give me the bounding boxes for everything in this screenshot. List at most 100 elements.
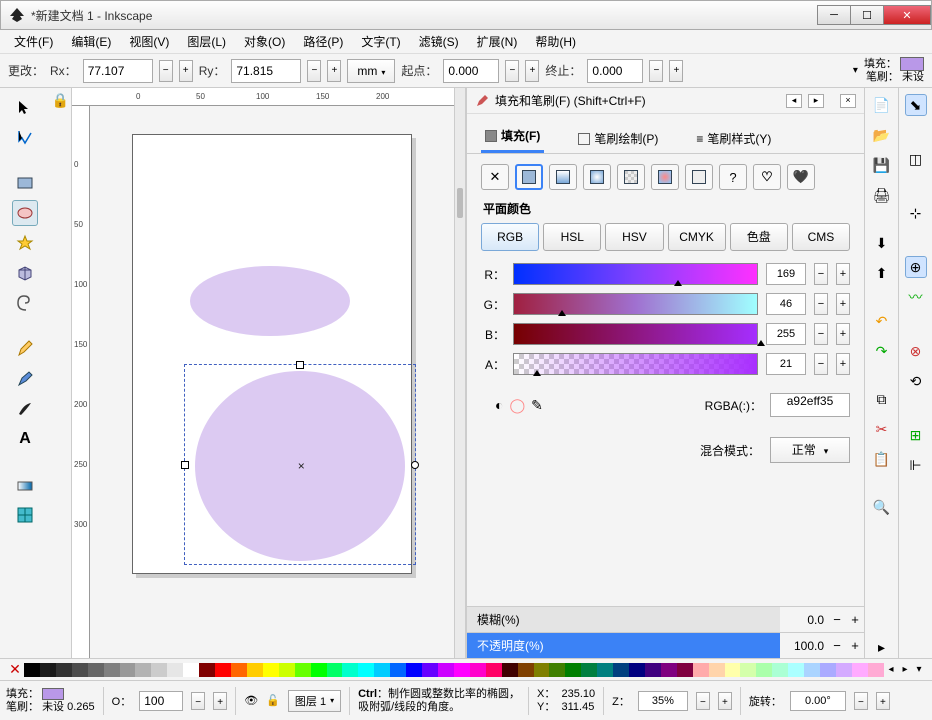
palette-no-color[interactable]: ✕ [6,661,24,678]
palette-swatch[interactable] [342,663,358,677]
blur-slider[interactable]: 模糊(%) [467,607,780,632]
palette-swatch[interactable] [470,663,486,677]
snap-center-button[interactable]: ⊗ [905,340,927,362]
palette-swatch[interactable] [740,663,756,677]
end-decrement[interactable]: − [649,60,663,82]
undo-button[interactable]: ↶ [871,310,893,332]
palette-swatch[interactable] [852,663,868,677]
palette-swatch[interactable] [661,663,677,677]
palette-swatch[interactable] [534,663,550,677]
paint-none-button[interactable]: ✕ [481,164,509,190]
palette-swatch[interactable] [454,663,470,677]
paint-pattern-button[interactable] [617,164,645,190]
zoom-fit-button[interactable]: 🔍 [871,496,893,518]
palette-swatch[interactable] [597,663,613,677]
ry-increment[interactable]: + [327,60,341,82]
palette-swatch[interactable] [438,663,454,677]
palette-swatch[interactable] [263,663,279,677]
palette-swatch[interactable] [104,663,120,677]
layer-visibility-icon[interactable]: 👁 [244,694,258,707]
palette-swatch[interactable] [518,663,534,677]
text-tool[interactable]: A [12,426,38,452]
selection-handle-left[interactable] [181,461,189,469]
channel-r-value[interactable]: 169 [766,263,806,285]
palette-swatch[interactable] [135,663,151,677]
rotate-input[interactable]: 0.00° [790,691,846,711]
3dbox-tool[interactable] [12,260,38,286]
rx-increment[interactable]: + [179,60,193,82]
palette-swatch[interactable] [183,663,199,677]
ry-input[interactable]: 71.815 [231,59,301,83]
rotate-dec[interactable]: − [854,692,868,710]
channel-b-slider[interactable] [513,323,758,345]
palette-swatch[interactable] [629,663,645,677]
rx-input[interactable]: 77.107 [83,59,153,83]
snap-enable-button[interactable]: ⬊ [905,94,927,116]
gradient-tool[interactable] [12,472,38,498]
palette-swatch[interactable] [40,663,56,677]
paint-lgrad-button[interactable] [549,164,577,190]
paint-unknown-button[interactable]: ? [719,164,747,190]
zoom-input[interactable]: 35% [638,691,688,711]
paint-heart-outline-button[interactable]: ♡ [753,164,781,190]
menu-edit[interactable]: 编辑(E) [63,30,119,53]
color-palette[interactable] [24,663,884,677]
selection-handle-top[interactable] [296,361,304,369]
color-wheel-icon[interactable]: ◐ [495,397,503,414]
channel-g-increment[interactable]: + [836,293,850,315]
palette-swatch[interactable] [772,663,788,677]
layer-select[interactable]: 图层 1 [288,690,341,712]
cut-button[interactable]: ✂ [871,418,893,440]
palette-swatch[interactable] [406,663,422,677]
palette-swatch[interactable] [358,663,374,677]
start-input[interactable]: 0.000 [443,59,499,83]
unit-select[interactable]: mm [347,59,395,83]
palette-scroll-left[interactable]: ◂ [884,664,898,675]
channel-r-decrement[interactable]: − [814,263,828,285]
end-input[interactable]: 0.000 [587,59,643,83]
end-increment[interactable]: + [669,60,683,82]
channel-b-decrement[interactable]: − [814,323,828,345]
channel-b-increment[interactable]: + [836,323,850,345]
dropdown-arrow-icon[interactable]: ▾ [853,65,858,76]
paint-mesh-button[interactable] [651,164,679,190]
palette-swatch[interactable] [247,663,263,677]
rx-decrement[interactable]: − [159,60,173,82]
import-button[interactable]: ⬇ [871,232,893,254]
palette-swatch[interactable] [72,663,88,677]
palette-swatch[interactable] [836,663,852,677]
dock-fwd-button[interactable]: ▸ [808,94,824,108]
palette-swatch[interactable] [788,663,804,677]
pencil-tool[interactable] [12,336,38,362]
snap-grid-button[interactable]: ⊞ [905,424,927,446]
paste-button[interactable]: 📋 [871,448,893,470]
mesh-tool[interactable] [12,502,38,528]
palette-swatch[interactable] [645,663,661,677]
menu-path[interactable]: 路径(P) [295,30,351,53]
status-opacity-dec[interactable]: − [191,692,205,710]
palette-swatch[interactable] [24,663,40,677]
palette-swatch[interactable] [868,663,884,677]
new-doc-button[interactable]: 📄 [871,94,893,116]
channel-a-slider[interactable] [513,353,758,375]
palette-swatch[interactable] [215,663,231,677]
palette-swatch[interactable] [120,663,136,677]
layer-lock-icon[interactable]: 🔓 [266,694,280,707]
window-minimize-button[interactable]: ─ [817,5,851,25]
menu-object[interactable]: 对象(O) [236,30,293,53]
palette-swatch[interactable] [390,663,406,677]
palette-scroll-right[interactable]: ▸ [898,664,912,675]
mode-hsv-button[interactable]: HSV [605,223,663,251]
status-opacity-inc[interactable]: + [213,692,227,710]
fill-swatch[interactable] [900,57,924,71]
blur-decrement[interactable]: − [828,612,846,627]
channel-b-value[interactable]: 255 [766,323,806,345]
palette-swatch[interactable] [693,663,709,677]
mode-rgb-button[interactable]: RGB [481,223,539,251]
snap-bbox-button[interactable]: ◫ [905,148,927,170]
save-button[interactable]: 💾 [871,154,893,176]
status-opacity-input[interactable]: 100 [139,691,183,711]
menu-view[interactable]: 视图(V) [121,30,177,53]
more-commands-button[interactable]: ▸ [871,636,893,658]
palette-swatch[interactable] [565,663,581,677]
